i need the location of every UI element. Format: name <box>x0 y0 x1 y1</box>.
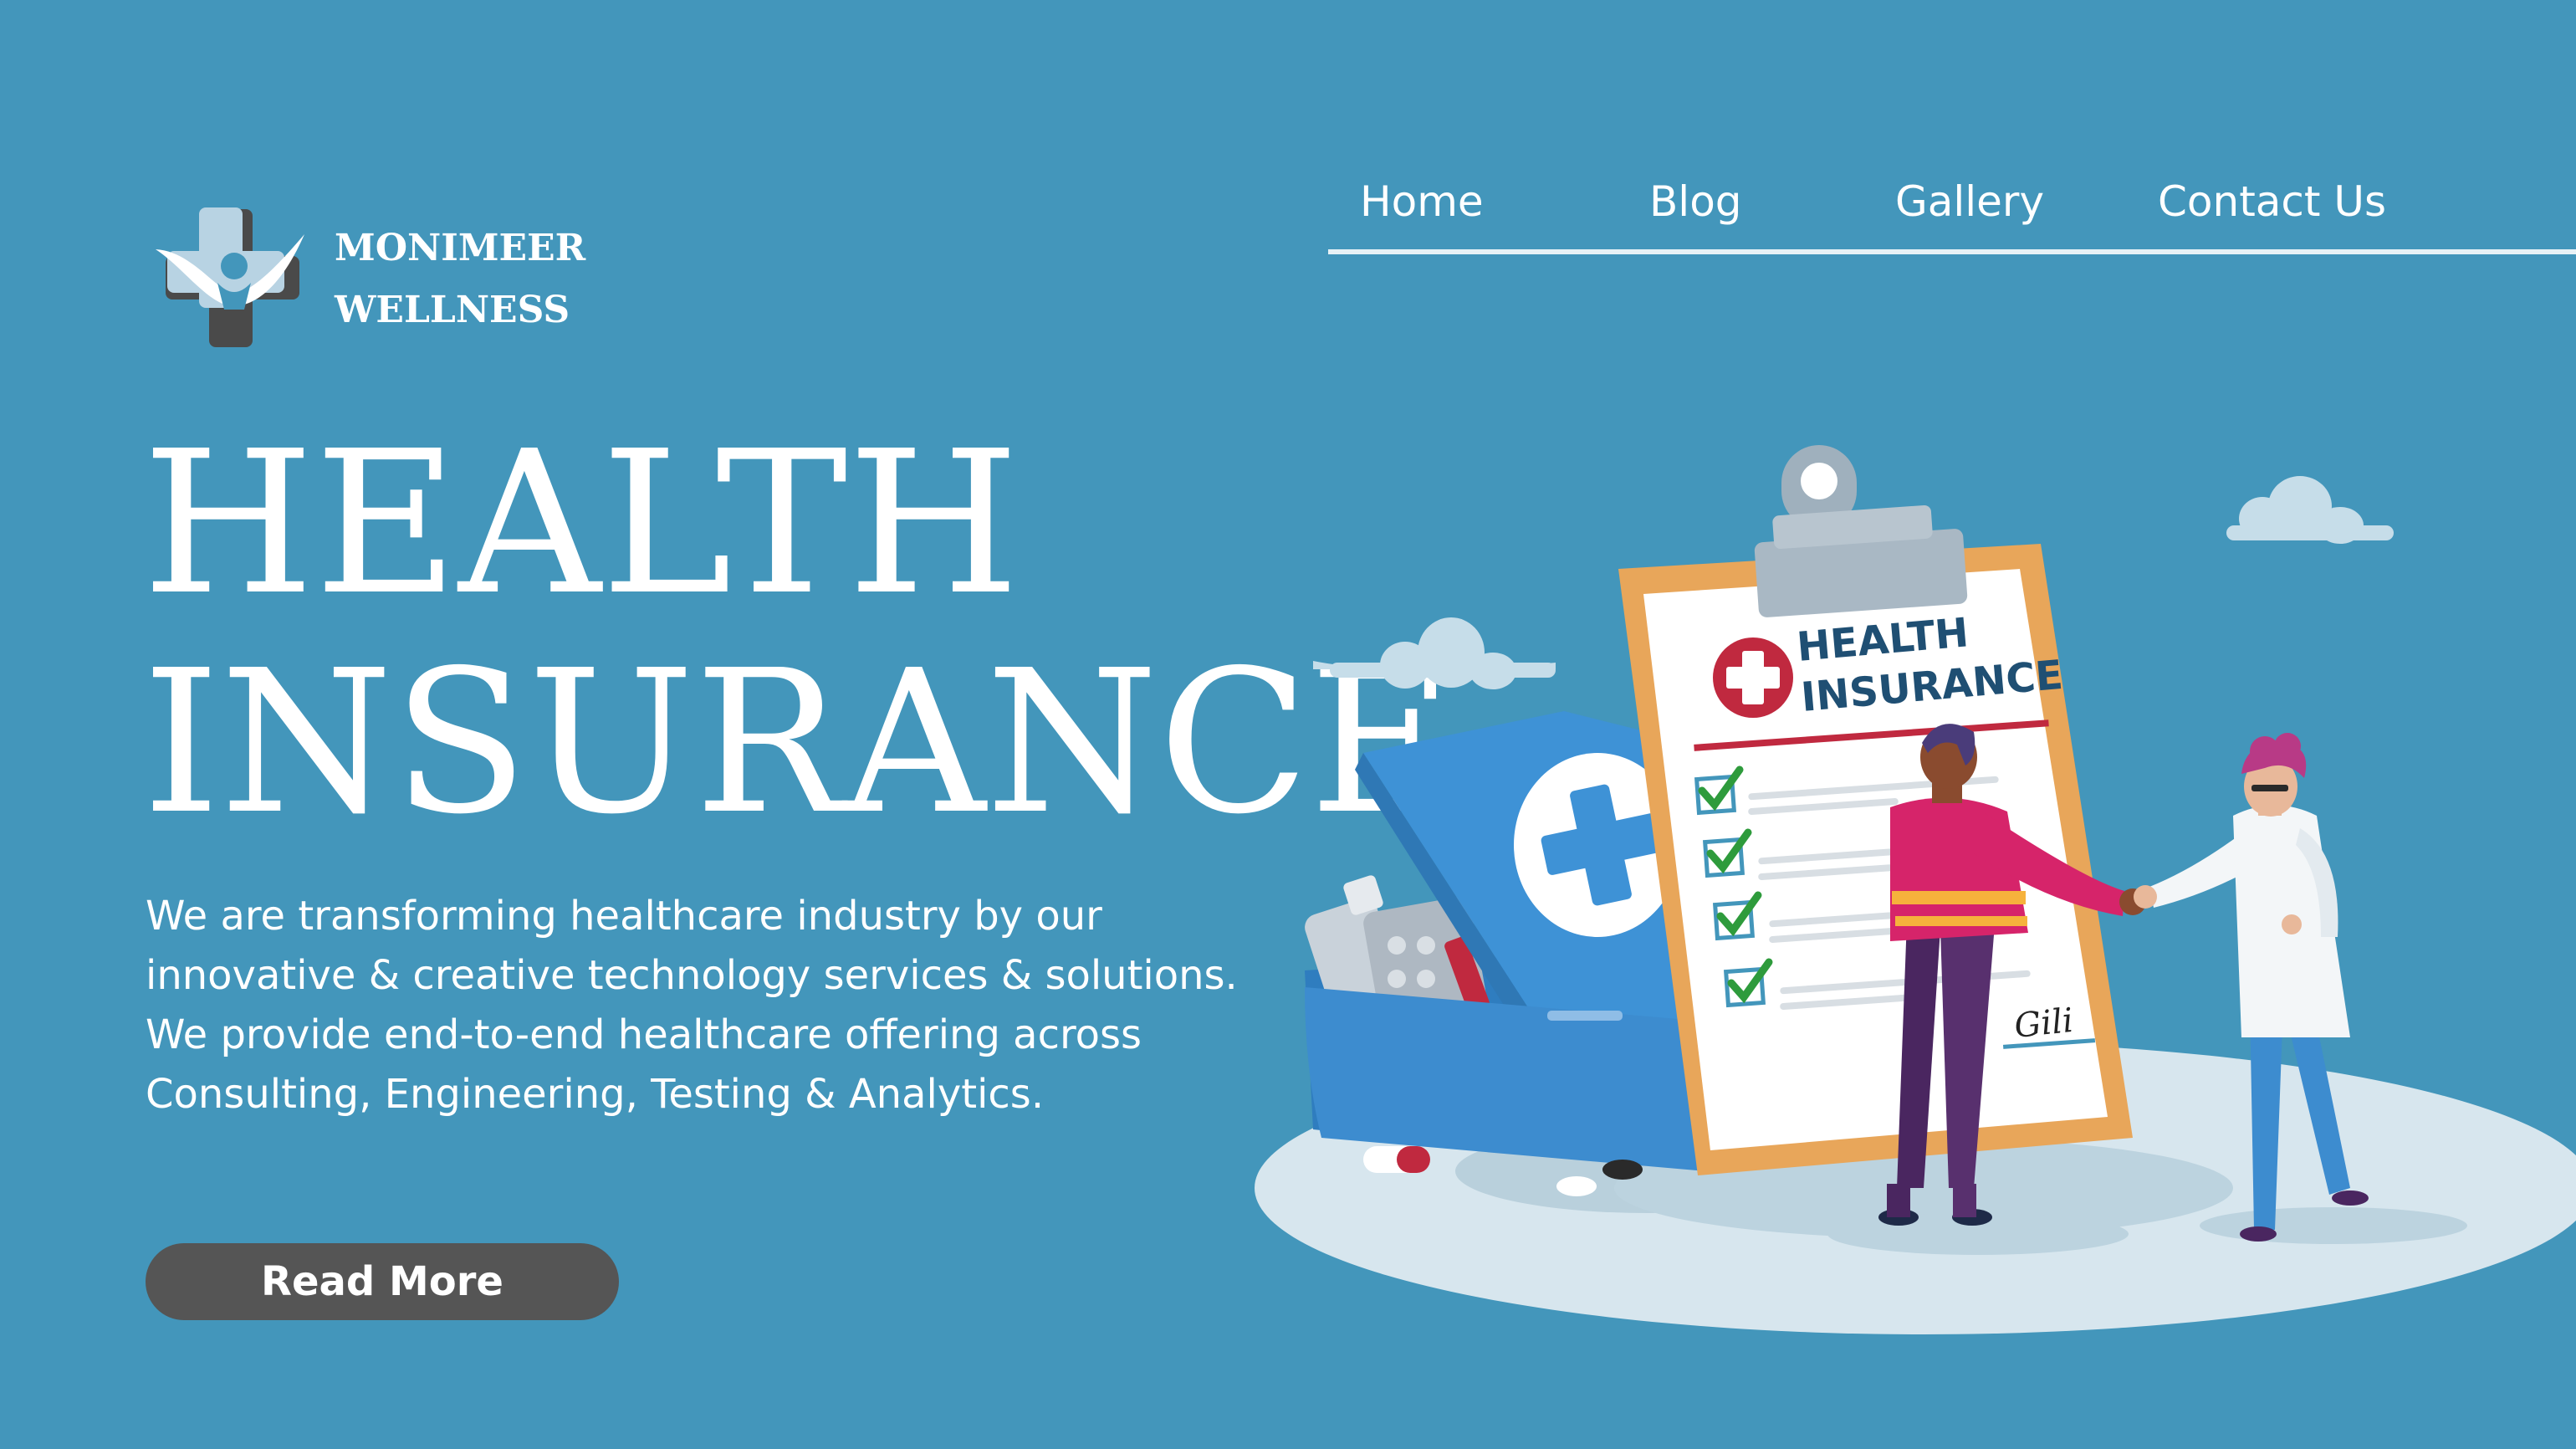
hero-description: We are transforming healthcare industry … <box>146 893 1238 1118</box>
signature: Gili <box>2012 1001 2075 1046</box>
nav-item-contact-us[interactable]: Contact Us <box>2158 177 2386 226</box>
nav-item-home[interactable]: Home <box>1360 177 1484 226</box>
nav-item-gallery[interactable]: Gallery <box>1895 177 2044 226</box>
cloud-right-icon <box>2226 476 2394 544</box>
brand-line-2: WELLNESS <box>335 289 570 331</box>
brand-line-1: MONIMEER <box>335 227 586 269</box>
illustration-svg: HEALTH INSURANCE Gili <box>1255 445 2576 1334</box>
health-insurance-illustration: HEALTH INSURANCE Gili <box>1196 435 2576 1339</box>
brand-logo[interactable]: MONIMEER WELLNESS <box>151 201 585 351</box>
brand-name: MONIMEER WELLNESS <box>335 218 585 341</box>
nav-item-blog[interactable]: Blog <box>1649 177 1742 226</box>
read-more-button[interactable]: Read More <box>146 1243 619 1320</box>
main-nav: Home Blog Gallery Contact Us <box>1328 167 2576 259</box>
cloud-left-icon <box>1313 617 1556 689</box>
clipboard: HEALTH INSURANCE Gili <box>1618 445 2133 1175</box>
nav-underline <box>1328 249 2576 254</box>
medical-cross-person-icon <box>156 207 304 347</box>
